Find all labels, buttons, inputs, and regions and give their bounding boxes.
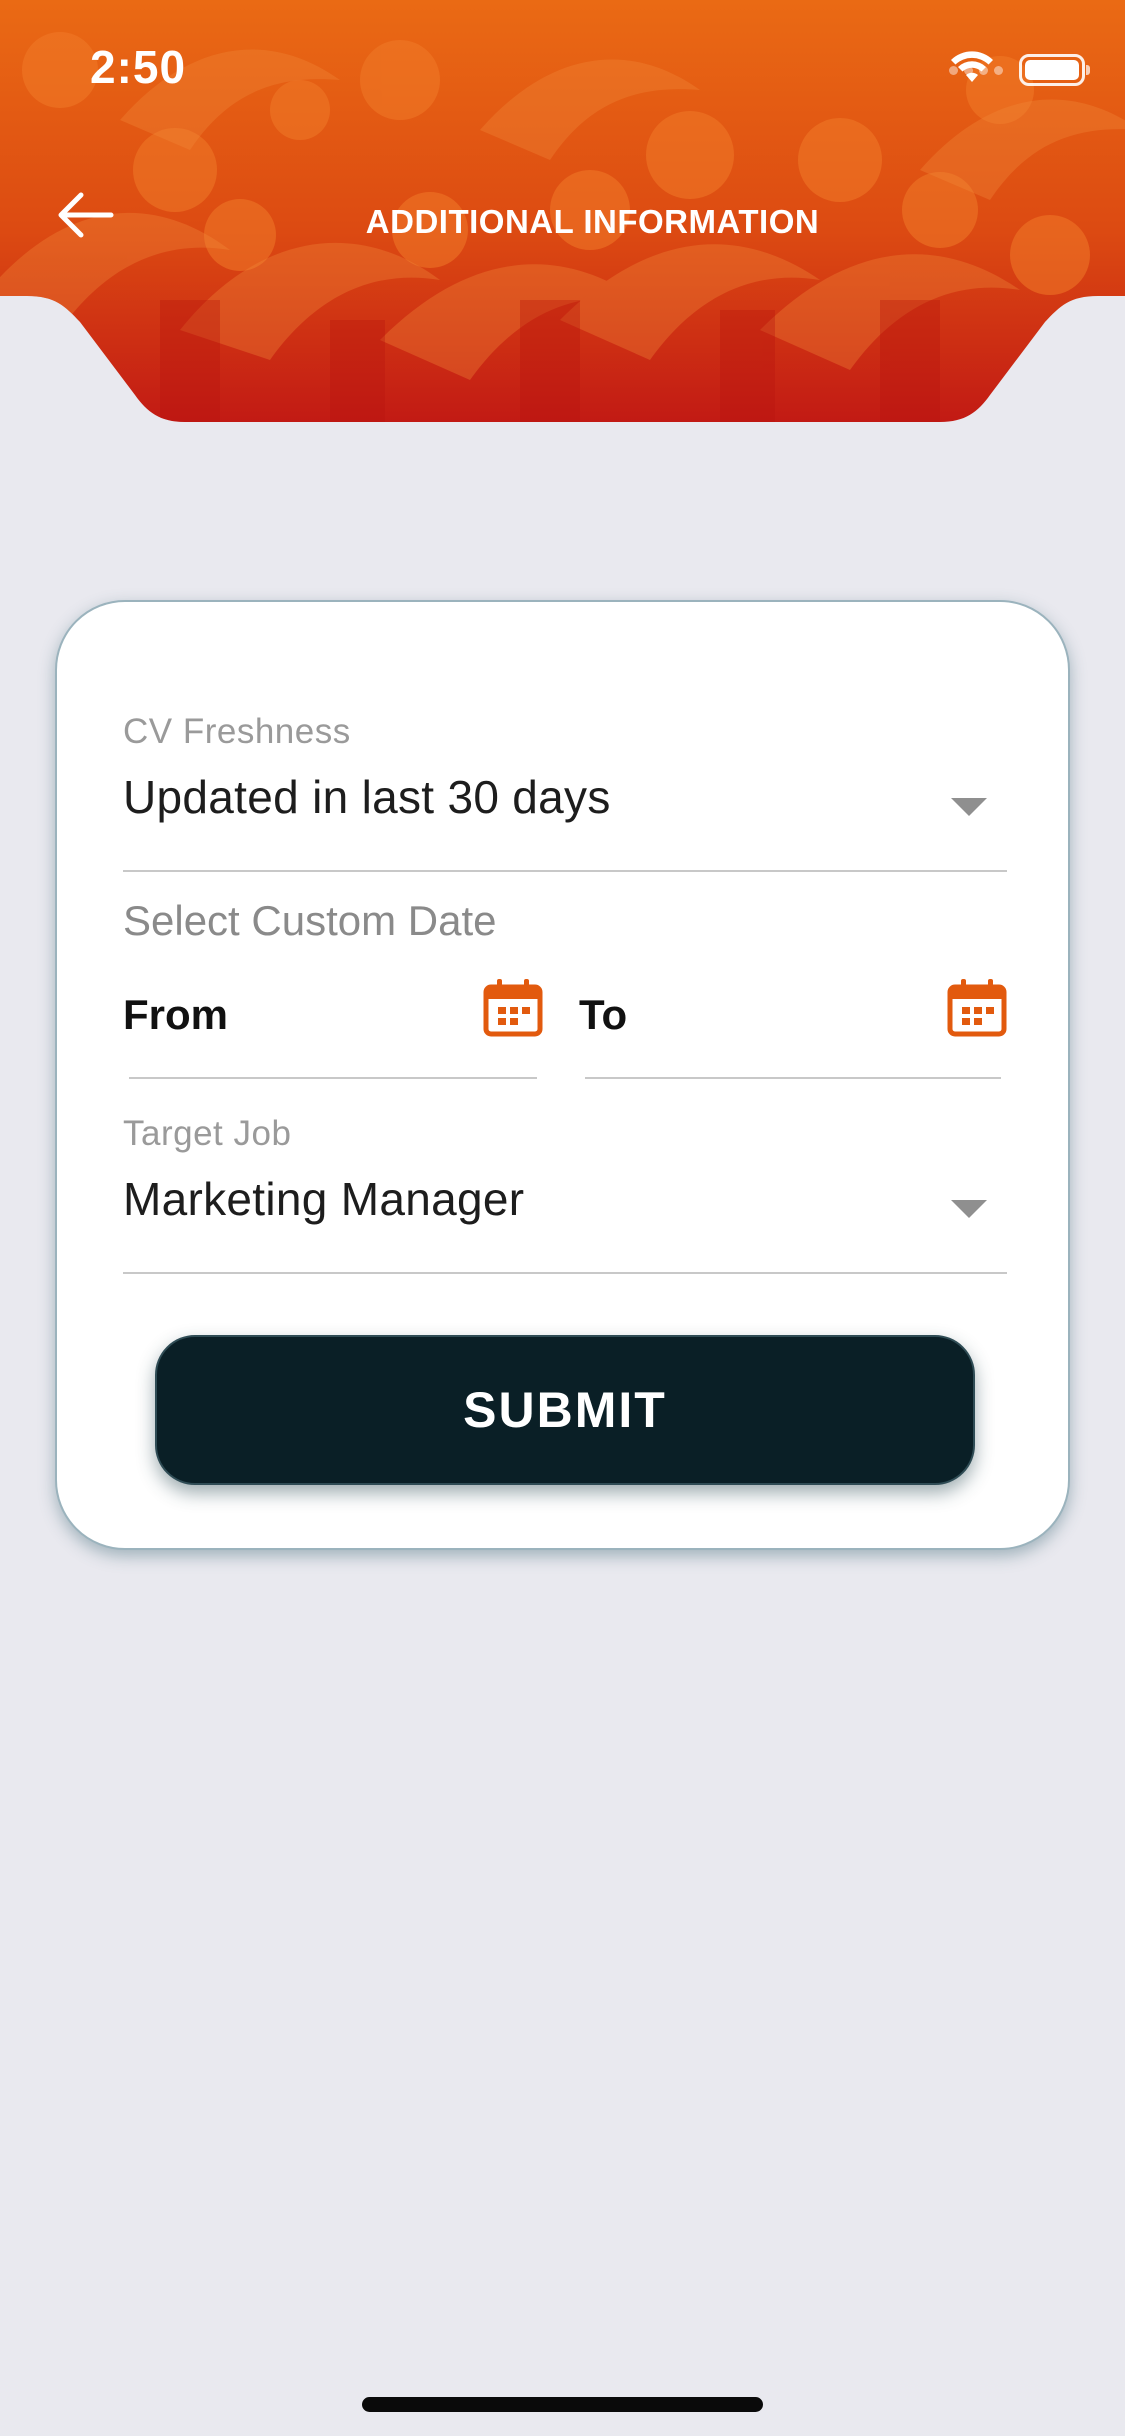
- chevron-down-icon: [951, 798, 987, 816]
- cv-freshness-field: CV Freshness Updated in last 30 days: [123, 712, 1007, 872]
- target-job-value: Marketing Manager: [123, 1173, 525, 1225]
- date-range-row: From To: [123, 977, 1007, 1079]
- submit-button[interactable]: SUBMIT: [155, 1335, 975, 1485]
- target-job-dropdown[interactable]: Marketing Manager: [123, 1172, 1007, 1274]
- status-icons: [949, 50, 1090, 90]
- custom-date-section: Select Custom Date From To: [123, 897, 1007, 1079]
- from-date-input[interactable]: From: [123, 977, 543, 1079]
- home-indicator[interactable]: [362, 2397, 763, 2412]
- calendar-icon: [483, 979, 543, 1037]
- target-job-field: Target Job Marketing Manager: [123, 1114, 1007, 1274]
- from-date-underline: [129, 1077, 537, 1079]
- header: 2:50 ADDITIONAL INFORMATION: [0, 0, 1125, 422]
- form-card: CV Freshness Updated in last 30 days Sel…: [55, 600, 1070, 1550]
- status-bar: 2:50: [0, 0, 1125, 130]
- from-date-label: From: [123, 991, 228, 1038]
- page-title: ADDITIONAL INFORMATION: [365, 203, 820, 240]
- to-date-label: To: [579, 991, 628, 1038]
- battery-icon: [1019, 54, 1090, 86]
- status-time: 2:50: [90, 41, 187, 93]
- calendar-icon: [947, 979, 1007, 1037]
- cv-freshness-value: Updated in last 30 days: [123, 771, 611, 823]
- wifi-icon: [951, 51, 993, 82]
- custom-date-label: Select Custom Date: [123, 897, 497, 944]
- cv-freshness-dropdown[interactable]: Updated in last 30 days: [123, 770, 1007, 872]
- chevron-down-icon: [951, 1200, 987, 1218]
- target-job-label: Target Job: [123, 1114, 292, 1153]
- cv-freshness-label: CV Freshness: [123, 712, 351, 751]
- to-date-input[interactable]: To: [579, 977, 1007, 1079]
- to-date-underline: [585, 1077, 1001, 1079]
